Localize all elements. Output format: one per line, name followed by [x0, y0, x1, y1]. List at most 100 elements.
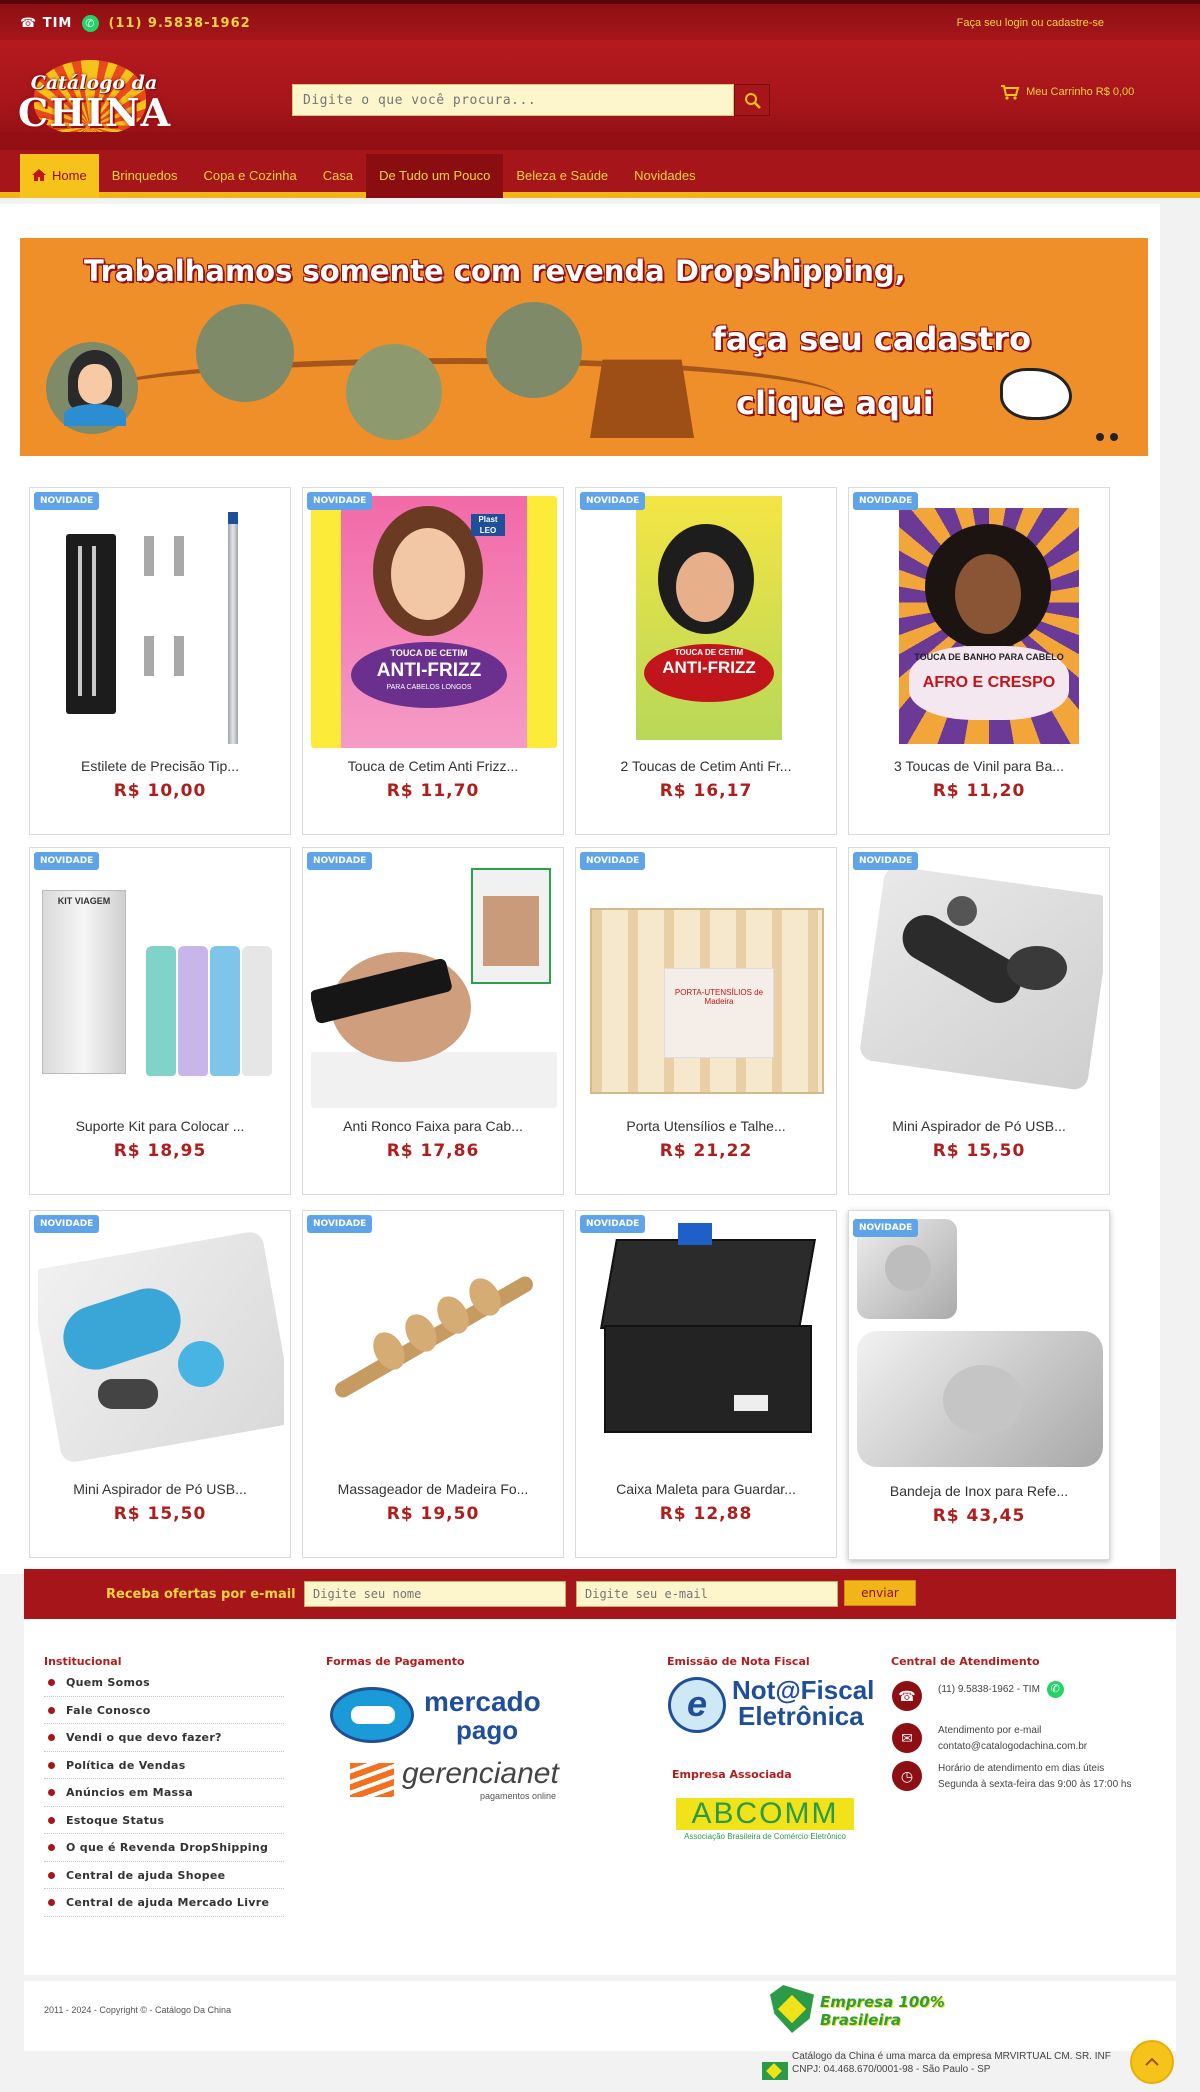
product-card[interactable]: NOVIDADE Anti Ronco Faixa para Cab... R$… [302, 847, 564, 1195]
footer-link-anuncios-massa[interactable]: Anúncios em Massa [44, 1779, 284, 1807]
whatsapp-icon: ✆ [1046, 1681, 1064, 1698]
abcomm-text: ABCOMM [676, 1798, 854, 1830]
product-image [38, 1219, 284, 1471]
footer-link-estoque-status[interactable]: Estoque Status [44, 1807, 284, 1834]
topbar-phone-number: (11) 9.5838-1962 [108, 16, 251, 31]
copyright-bar: 2011 - 2024 - Copyright © - Catálogo Da … [24, 1981, 1176, 2051]
banner-line3: clique aqui [736, 384, 934, 422]
nav-item-home[interactable]: Home [20, 154, 99, 198]
pagamento-title: Formas de Pagamento [326, 1655, 465, 1668]
nav-item-novidades[interactable]: Novidades [621, 154, 708, 198]
package-headline: ANTI-FRIZZ [662, 658, 756, 677]
product-price: R$ 21,22 [659, 1141, 753, 1161]
newsletter-send-button[interactable]: enviar [844, 1580, 916, 1606]
nav-item-de-tudo-um-pouco[interactable]: De Tudo um Pouco [366, 154, 504, 198]
banner-line1: Trabalhamos somente com revenda Dropship… [84, 254, 906, 288]
product-card[interactable]: Plast LEO TOUCA DE CETIM ANTI-FRIZZ PARA… [302, 487, 564, 835]
search-icon [745, 93, 761, 109]
footer-link-politica-vendas[interactable]: Política de Vendas [44, 1752, 284, 1779]
handshake-icon [330, 1687, 414, 1743]
product-image: TOUCA DE CETIM ANTI-FRIZZ [584, 496, 830, 748]
empresa-brasileira-text: Empresa 100% Brasileira [820, 1993, 945, 2029]
novidade-badge: NOVIDADE [307, 1215, 373, 1233]
contact-hours-text: Segunda à sexta-feira das 9:00 às 17:00 … [938, 1779, 1132, 1790]
empresa-brasileira-badge: Empresa 100% Brasileira [770, 1985, 1020, 2033]
envelope-icon: ✉ [892, 1723, 922, 1753]
product-price: R$ 43,45 [932, 1506, 1026, 1526]
footer-link-vendi[interactable]: Vendi o que devo fazer? [44, 1724, 284, 1752]
logo-line2: CHINA [18, 90, 172, 135]
package-title: TOUCA DE BANHO PARA CABELO [914, 652, 1064, 662]
cart-link[interactable]: Meu Carrinho R$ 0,00 [1000, 84, 1134, 100]
product-card[interactable]: NOVIDADE Mini Aspirador de Pó USB... R$ … [29, 1210, 291, 1558]
abcomm-subtitle: Associação Brasileira de Comércio Eletrô… [684, 1832, 846, 1841]
phone-icon: ☎ [892, 1681, 922, 1711]
product-image: Plast LEO TOUCA DE CETIM ANTI-FRIZZ PARA… [311, 496, 557, 748]
company-line1: Catálogo da China é uma marca da empresa… [792, 2051, 1111, 2062]
novidade-badge: NOVIDADE [853, 852, 919, 870]
product-image: PORTA-UTENSÍLIOS de Madeira [584, 856, 830, 1108]
banner-line2: faça seu cadastro [712, 320, 1032, 358]
product-card[interactable]: TOUCA DE BANHO PARA CABELO AFRO E CRESPO… [848, 487, 1110, 835]
footer-link-ajuda-mercado-livre[interactable]: Central de ajuda Mercado Livre [44, 1889, 284, 1917]
product-card[interactable]: TOUCA DE CETIM ANTI-FRIZZ NOVIDADE 2 Tou… [575, 487, 837, 835]
product-card[interactable]: NOVIDADE Massageador de Madeira Fo... R$… [302, 1210, 564, 1558]
footer-link-quem-somos[interactable]: Quem Somos [44, 1669, 284, 1697]
nav-item-brinquedos[interactable]: Brinquedos [99, 154, 191, 198]
brand-label: Plast LEO [471, 514, 505, 536]
scroll-to-top-button[interactable] [1130, 2040, 1174, 2084]
product-name: Porta Utensílios e Talhe... [626, 1118, 786, 1134]
product-name: Anti Ronco Faixa para Cab... [343, 1118, 523, 1134]
product-card[interactable]: NOVIDADE Bandeja de Inox para Refe... R$… [848, 1210, 1110, 1560]
topbar-phone[interactable]: ☎ TIM ✆ (11) 9.5838-1962 [20, 15, 251, 32]
product-name: Caixa Maleta para Guardar... [616, 1481, 796, 1497]
banner-path-line [80, 358, 840, 438]
atendimento-title: Central de Atendimento [891, 1655, 1040, 1668]
product-card[interactable]: KIT VIAGEM NOVIDADE Suporte Kit para Col… [29, 847, 291, 1195]
nav-item-beleza-saude[interactable]: Beleza e Saúde [503, 154, 621, 198]
mercado-pago-logo: mercado pago [330, 1687, 560, 1745]
nfe-title: Emissão de Nota Fiscal [667, 1655, 810, 1668]
newsletter-name-input[interactable] [304, 1581, 566, 1607]
product-name: Massageador de Madeira Fo... [337, 1481, 529, 1497]
product-card[interactable]: NOVIDADE Caixa Maleta para Guardar... R$… [575, 1210, 837, 1558]
footer-link-ajuda-shopee[interactable]: Central de ajuda Shopee [44, 1862, 284, 1889]
product-image [584, 1219, 830, 1471]
search-input[interactable] [292, 84, 734, 116]
search-button[interactable] [734, 84, 770, 116]
nav-item-copa-cozinha[interactable]: Copa e Cozinha [190, 154, 309, 198]
nav-item-casa[interactable]: Casa [310, 154, 366, 198]
clock-icon: ◷ [892, 1761, 922, 1791]
novidade-badge: NOVIDADE [34, 1215, 100, 1233]
contact-phone-text: (11) 9.5838-1962 - TIM [938, 1684, 1040, 1696]
novidade-badge: NOVIDADE [580, 1215, 646, 1233]
package-subtitle: PARA CABELOS LONGOS [386, 684, 472, 691]
contact-email-address[interactable]: contato@catalogodachina.com.br [938, 1739, 1087, 1755]
novidade-badge: NOVIDADE [307, 852, 373, 870]
product-image [857, 856, 1103, 1108]
copyright-text: 2011 - 2024 - Copyright © - Catálogo Da … [44, 2005, 232, 2015]
whatsapp-icon: ✆ [81, 15, 99, 32]
site-logo[interactable]: Catálogo da CHINA [18, 54, 172, 136]
newsletter-email-input[interactable] [576, 1581, 838, 1607]
product-price: R$ 19,50 [386, 1504, 480, 1524]
product-image [38, 496, 284, 748]
product-card[interactable]: NOVIDADE Estilete de Precisão Tip... R$ … [29, 487, 291, 835]
woman-avatar-illustration [64, 350, 126, 426]
product-name: Estilete de Precisão Tip... [81, 758, 239, 774]
gerencianet-logo: gerencianet pagamentos online [350, 1757, 580, 1805]
cart-icon [1001, 85, 1020, 100]
footer-link-fale-conosco[interactable]: Fale Conosco [44, 1697, 284, 1724]
login-link[interactable]: Faça seu login ou cadastre-se [957, 17, 1104, 29]
dropshipping-banner[interactable]: Trabalhamos somente com revenda Dropship… [20, 238, 1148, 456]
product-card[interactable]: NOVIDADE Mini Aspirador de Pó USB... R$ … [848, 847, 1110, 1195]
newsletter-label: Receba ofertas por e-mail [106, 1587, 296, 1602]
nfe-text2: Eletrônica [738, 1701, 864, 1731]
product-image [311, 856, 557, 1108]
home-icon [32, 169, 46, 181]
novidade-badge: NOVIDADE [580, 852, 646, 870]
product-price: R$ 17,86 [386, 1141, 480, 1161]
topbar-carrier: ☎ TIM [20, 16, 73, 31]
product-card[interactable]: PORTA-UTENSÍLIOS de Madeira NOVIDADE Por… [575, 847, 837, 1195]
footer-link-revenda-dropshipping[interactable]: O que é Revenda DropShipping [44, 1834, 284, 1862]
